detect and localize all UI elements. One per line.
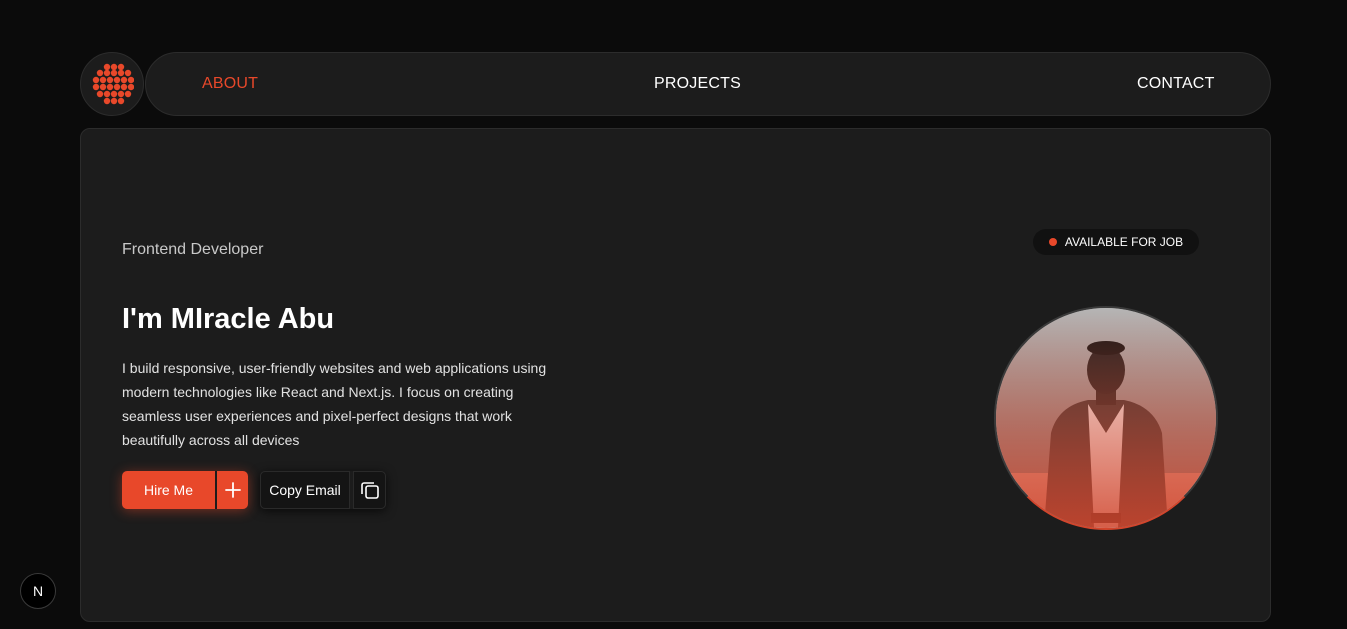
plus-icon	[224, 482, 241, 498]
hire-me-button[interactable]: Hire Me	[122, 471, 215, 509]
hire-plus-button[interactable]	[217, 471, 248, 509]
nav-contact-link[interactable]: CONTACT	[1137, 53, 1215, 115]
availability-badge: AVAILABLE FOR JOB	[1033, 229, 1199, 255]
status-dot-icon	[1048, 238, 1057, 246]
copy-email-button[interactable]: Copy Email	[260, 471, 350, 509]
dot-grid-logo-icon	[92, 63, 134, 105]
profile-photo	[994, 306, 1218, 530]
main-nav: ABOUT PROJECTS CONTACT	[145, 52, 1271, 116]
hero-heading: I'm MIracle Abu	[122, 303, 335, 335]
nav-about-link[interactable]: ABOUT	[202, 53, 258, 115]
site-logo[interactable]	[80, 52, 144, 116]
hero-card: Frontend Developer I'm MIracle Abu I bui…	[80, 128, 1271, 622]
job-title: Frontend Developer	[122, 241, 264, 258]
hire-button-group: Hire Me	[122, 471, 248, 509]
nav-projects-link[interactable]: PROJECTS	[654, 53, 741, 115]
availability-text: AVAILABLE FOR JOB	[1064, 235, 1184, 249]
hero-bio: I build responsive, user-friendly websit…	[122, 360, 547, 448]
copy-icon	[360, 482, 379, 499]
nextjs-devtools-button[interactable]: N	[20, 573, 56, 609]
copy-email-group: Copy Email	[260, 471, 386, 509]
copy-email-icon-button[interactable]	[353, 471, 386, 509]
